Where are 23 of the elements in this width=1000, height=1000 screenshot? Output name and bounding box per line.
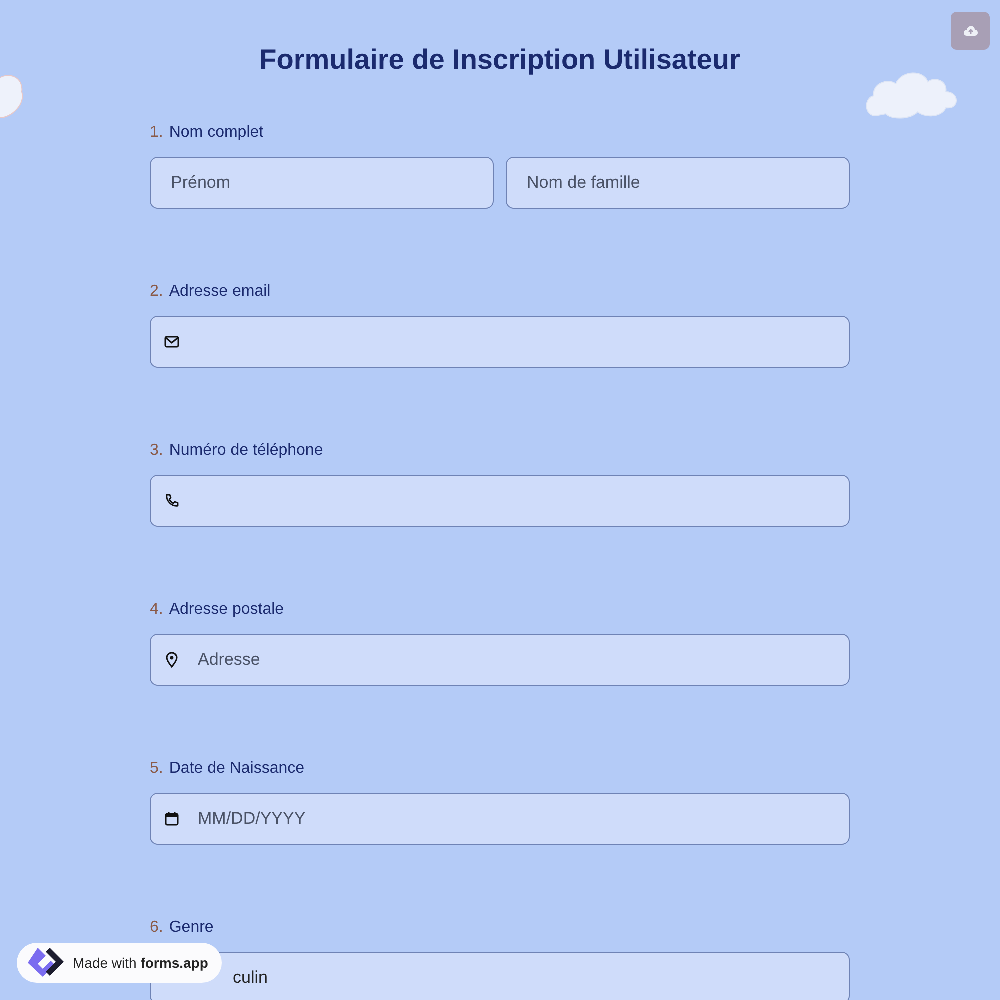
question-number: 3. bbox=[150, 441, 164, 461]
question-label: Numéro de téléphone bbox=[169, 441, 324, 461]
question-number: 1. bbox=[150, 123, 164, 143]
upload-button[interactable] bbox=[951, 12, 990, 50]
question-label: Adresse postale bbox=[169, 600, 284, 620]
logo-icon bbox=[26, 946, 66, 980]
question-number: 5. bbox=[150, 759, 164, 779]
input-field[interactable]: MM/DD/YYYY bbox=[150, 793, 850, 845]
input-field[interactable]: Prénom bbox=[150, 157, 494, 209]
question-label: Date de Naissance bbox=[169, 759, 305, 779]
question-number: 2. bbox=[150, 282, 164, 302]
question-number: 6. bbox=[150, 918, 164, 938]
question-number: 4. bbox=[150, 600, 164, 620]
input-field[interactable]: Nom de famille bbox=[506, 157, 850, 209]
input-field[interactable] bbox=[150, 316, 850, 368]
question-label: Genre bbox=[169, 918, 214, 938]
form-title: Formulaire de Inscription Utilisateur bbox=[258, 43, 742, 77]
cloud-upload-icon bbox=[962, 25, 978, 37]
made-with-badge[interactable]: Made with forms.app bbox=[17, 943, 222, 983]
question-label: Nom complet bbox=[169, 123, 264, 143]
question-label: Adresse email bbox=[169, 282, 271, 302]
input-field[interactable]: Adresse bbox=[150, 634, 850, 686]
input-field[interactable] bbox=[150, 475, 850, 527]
